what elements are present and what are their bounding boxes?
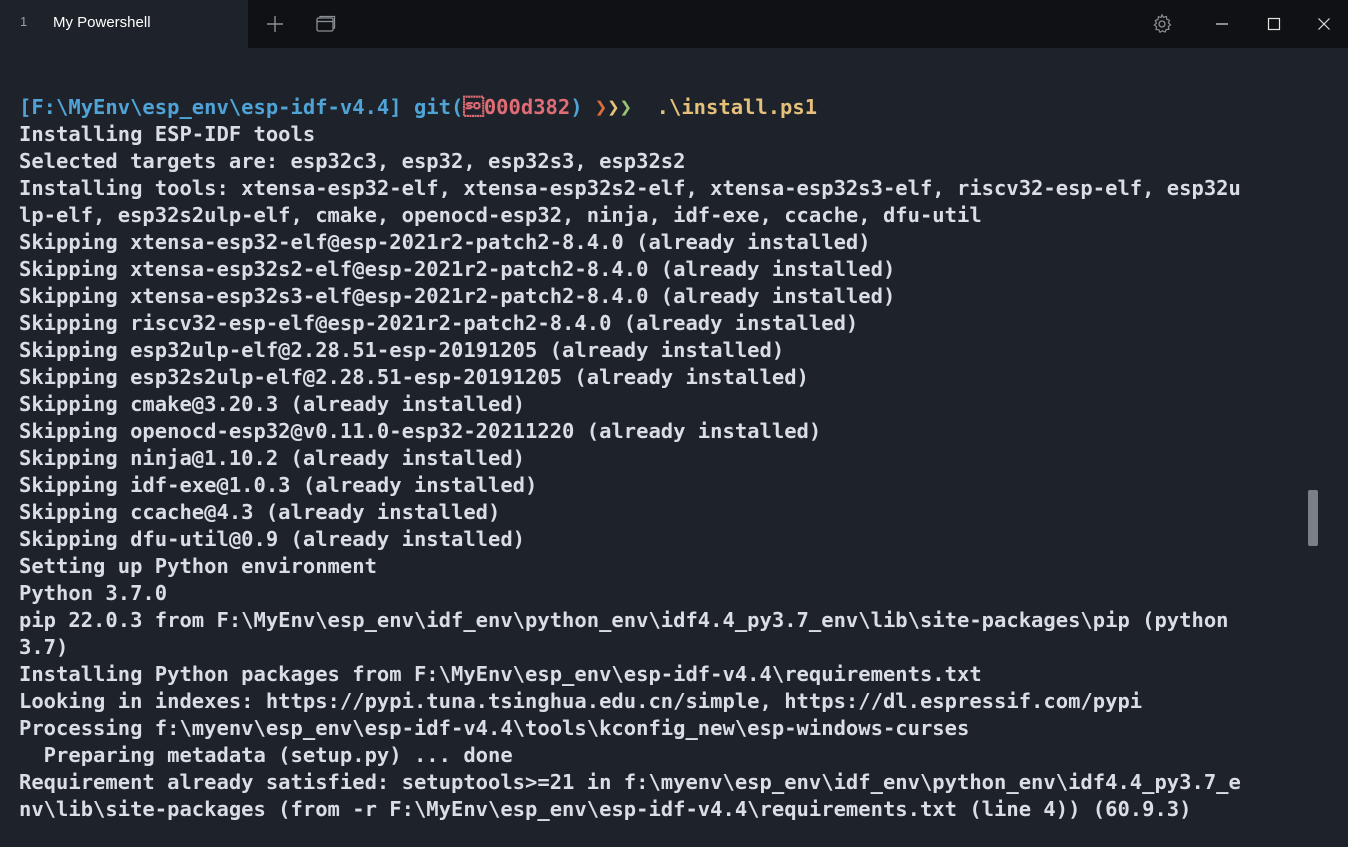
tab-index: 1 — [20, 14, 28, 29]
output-line: Installing Python packages from F:\MyEnv… — [19, 662, 982, 686]
output-line: Skipping idf-exe@1.0.3 (already installe… — [19, 473, 538, 497]
title-bar: 1 My Powershell — [0, 0, 1348, 48]
output-line: Skipping esp32ulp-elf@2.28.51-esp-201912… — [19, 338, 785, 362]
scrollbar[interactable] — [1306, 66, 1320, 824]
output-line: Selected targets are: esp32c3, esp32, es… — [19, 149, 686, 173]
output-line: Skipping openocd-esp32@v0.11.0-esp32-202… — [19, 419, 822, 443]
output-line: Skipping dfu-util@0.9 (already installed… — [19, 527, 526, 551]
scrollbar-thumb[interactable] — [1308, 490, 1318, 546]
new-window-icon — [316, 15, 336, 32]
output-line: Looking in indexes: https://pypi.tuna.ts… — [19, 689, 1143, 713]
minimize-button[interactable] — [1206, 8, 1238, 40]
output-line: Skipping riscv32-esp-elf@esp-2021r2-patc… — [19, 311, 859, 335]
tab-my-powershell[interactable]: 1 My Powershell — [0, 0, 248, 48]
output-line: Installing ESP-IDF tools — [19, 122, 316, 146]
terminal-output: [F:\MyEnv\esp_env\esp-idf-v4.4] git(000… — [19, 94, 1309, 823]
output-line: Preparing metadata (setup.py) ... done — [19, 743, 513, 767]
close-icon — [1318, 18, 1330, 30]
tab-dropdown-button[interactable] — [309, 8, 341, 40]
prompt-line: [F:\MyEnv\esp_env\esp-idf-v4.4] git(000… — [19, 94, 1309, 121]
output-line: Skipping xtensa-esp32s3-elf@esp-2021r2-p… — [19, 284, 896, 308]
output-line: pip 22.0.3 from F:\MyEnv\esp_env\idf_env… — [19, 608, 1229, 632]
prompt-command: .\install.ps1 — [631, 95, 818, 119]
output-line: Requirement already satisfied: setuptool… — [19, 770, 1241, 794]
minimize-icon — [1216, 23, 1228, 25]
prompt-arrow-icon: ❯ — [582, 95, 608, 119]
maximize-icon — [1267, 17, 1281, 31]
settings-button[interactable] — [1146, 8, 1178, 40]
output-line: Python 3.7.0 — [19, 581, 168, 605]
output-line: Skipping ninja@1.10.2 (already installed… — [19, 446, 526, 470]
output-line: lp-elf, esp32s2ulp-elf, cmake, openocd-e… — [19, 203, 982, 227]
prompt-branch-prefix: git( — [401, 95, 464, 119]
new-tab-button[interactable] — [259, 8, 291, 40]
maximize-button[interactable] — [1258, 8, 1290, 40]
output-line: Setting up Python environment — [19, 554, 377, 578]
prompt-branch-hash: 000d382 — [463, 95, 571, 119]
prompt-branch-suffix: ) — [570, 95, 583, 119]
prompt-path: [F:\MyEnv\esp_env\esp-idf-v4.4] — [19, 95, 402, 119]
output-line: Skipping xtensa-esp32s2-elf@esp-2021r2-p… — [19, 257, 896, 281]
output-line: Skipping ccache@4.3 (already installed) — [19, 500, 501, 524]
output-line: Skipping esp32s2ulp-elf@2.28.51-esp-2019… — [19, 365, 809, 389]
output-line: nv\lib\site-packages (from -r F:\MyEnv\e… — [19, 797, 1192, 821]
output-line: Skipping xtensa-esp32-elf@esp-2021r2-pat… — [19, 230, 871, 254]
close-button[interactable] — [1308, 8, 1340, 40]
output-line: Skipping cmake@3.20.3 (already installed… — [19, 392, 526, 416]
output-line: 3.7) — [19, 635, 69, 659]
tab-title: My Powershell — [53, 14, 151, 31]
plus-icon — [267, 16, 283, 32]
gear-icon — [1153, 13, 1172, 34]
prompt-arrow-icon: ❯ — [607, 95, 620, 119]
output-line: Processing f:\myenv\esp_env\esp-idf-v4.4… — [19, 716, 970, 740]
terminal-pane[interactable]: [F:\MyEnv\esp_env\esp-idf-v4.4] git(000… — [0, 48, 1348, 847]
prompt-arrow-icon: ❯ — [619, 95, 632, 119]
output-line: Installing tools: xtensa-esp32-elf, xten… — [19, 176, 1241, 200]
